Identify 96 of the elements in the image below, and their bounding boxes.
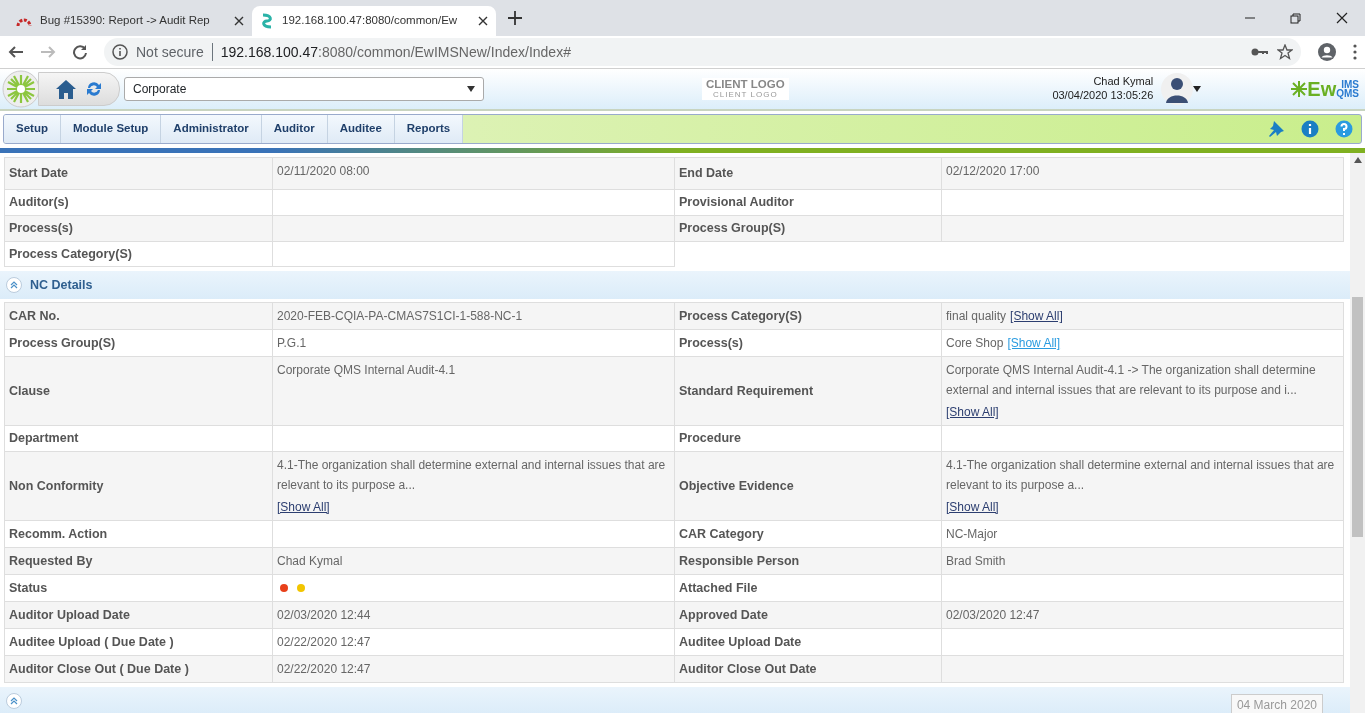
field-label: Responsible Person bbox=[674, 547, 942, 575]
restore-icon[interactable] bbox=[1289, 12, 1303, 24]
cell-text: final quality bbox=[946, 309, 1007, 324]
address-bar[interactable]: Not secure 192.168.100.47:8080/common/EwIMSNew/Index/Index# bbox=[104, 38, 1301, 66]
info-icon[interactable] bbox=[1301, 120, 1319, 138]
show-all-link[interactable]: [Show All] bbox=[946, 497, 999, 517]
cell-text: Core Shop bbox=[946, 336, 1004, 351]
scroll-thumb[interactable] bbox=[1352, 297, 1363, 537]
user-name: Chad Kymal bbox=[1093, 75, 1154, 89]
cell-text: 02/11/2020 08:00 bbox=[277, 164, 370, 178]
collapse-chevron-icon[interactable] bbox=[6, 693, 22, 709]
cell-text: P.G.1 bbox=[277, 336, 307, 351]
close-icon[interactable] bbox=[478, 16, 488, 26]
tab-title: Bug #15390: Report -> Audit Rep bbox=[40, 13, 211, 29]
show-all-link[interactable]: [Show All] bbox=[277, 497, 330, 517]
starburst-icon bbox=[1291, 81, 1308, 97]
field-label: Standard Requirement bbox=[674, 356, 942, 426]
close-icon[interactable] bbox=[234, 16, 244, 26]
client-logo: CLIENT LOGO CLIENT LOGO bbox=[702, 78, 789, 100]
cell-text: Corporate QMS Internal Audit-4.1 bbox=[277, 363, 456, 378]
help-icon[interactable] bbox=[1335, 120, 1353, 138]
menu-item[interactable]: Administrator bbox=[161, 115, 262, 143]
more-icon[interactable] bbox=[1353, 44, 1357, 60]
swirl-icon bbox=[260, 13, 274, 29]
field-label: Procedure bbox=[674, 425, 942, 452]
site-select[interactable]: Corporate bbox=[124, 77, 484, 101]
field-label: Recomm. Action bbox=[4, 520, 273, 548]
browser-tab[interactable]: Bug #15390: Report -> Audit Rep bbox=[8, 6, 252, 36]
key-icon[interactable] bbox=[1251, 47, 1269, 57]
field-label: Department bbox=[4, 425, 273, 452]
user-avatar-icon[interactable] bbox=[1161, 73, 1194, 105]
field-label: Process Category(S) bbox=[4, 241, 273, 267]
menu-item[interactable]: Auditee bbox=[327, 115, 395, 143]
pin-icon[interactable] bbox=[1267, 120, 1285, 138]
refresh-icon[interactable] bbox=[85, 80, 103, 98]
field-label: End Date bbox=[674, 157, 942, 190]
cell-text: 4.1-The organization shall determine external and internal issues that are relevant to its purpose a... bbox=[277, 458, 666, 492]
field-label: Requested By bbox=[4, 547, 273, 575]
home-icon[interactable] bbox=[55, 78, 77, 100]
field-label: Process(s) bbox=[4, 215, 273, 241]
field-label: Auditee Upload Date bbox=[674, 628, 942, 656]
show-all-link[interactable]: [Show All] bbox=[946, 402, 999, 423]
show-all-link[interactable]: [Show All] bbox=[1010, 309, 1063, 324]
collapse-chevron-icon[interactable] bbox=[6, 277, 22, 294]
field-label: Auditor Close Out ( Due Date ) bbox=[4, 655, 273, 683]
field-label: Status bbox=[4, 574, 273, 602]
cell-text: Chad Kymal bbox=[277, 554, 343, 568]
field-label: Auditor(s) bbox=[4, 189, 273, 216]
field-label: Auditee Upload ( Due Date ) bbox=[4, 628, 273, 656]
reload-icon[interactable] bbox=[72, 44, 88, 60]
field-label: Objective Evidence bbox=[674, 451, 942, 521]
scrollbar[interactable] bbox=[1350, 153, 1365, 713]
field-label: Provisional Auditor bbox=[674, 189, 942, 216]
star-icon[interactable] bbox=[1277, 44, 1293, 60]
cell-text: 02/03/2020 12:44 bbox=[277, 608, 371, 622]
field-label: CAR No. bbox=[4, 302, 273, 330]
caret-icon[interactable] bbox=[1193, 86, 1202, 92]
field-label: CAR Category bbox=[674, 520, 942, 548]
menu-item[interactable]: Auditor bbox=[261, 115, 328, 143]
menu-item[interactable]: Reports bbox=[394, 115, 464, 143]
date-tooltip: 04 March 2020 bbox=[1230, 694, 1323, 713]
field-label: Process Group(S) bbox=[674, 215, 942, 241]
cell-text: Corporate QMS Internal Audit-4.1 -> The organization shall determine external and internal issues that are relevant to its purpose and i... bbox=[946, 363, 1316, 398]
cell-text: Brad Smith bbox=[946, 554, 1006, 568]
cell-text: 02/22/2020 12:47 bbox=[277, 662, 371, 676]
new-tab-icon[interactable] bbox=[508, 11, 522, 25]
field-label: Start Date bbox=[4, 157, 273, 190]
cell-text: NC-Major bbox=[946, 527, 998, 541]
security-label: Not secure bbox=[136, 42, 204, 62]
cell-text: 02/22/2020 12:47 bbox=[277, 635, 371, 649]
field-label: Auditor Close Out Date bbox=[674, 655, 942, 683]
field-label: Clause bbox=[4, 356, 273, 426]
cell-text: 4.1-The organization shall determine external and internal issues that are relevant to its purpose a... bbox=[946, 458, 1335, 492]
field-label: Non Conformity bbox=[4, 451, 273, 521]
field-label: Process Group(S) bbox=[4, 329, 273, 357]
field-label: Process(s) bbox=[674, 329, 942, 357]
cell-text: 02/12/2020 17:00 bbox=[946, 164, 1040, 178]
field-label: Process Category(S) bbox=[674, 302, 942, 330]
cell-text: 2020-FEB-CQIA-PA-CMAS7S1CI-1-588-NC-1 bbox=[277, 309, 523, 324]
field-label: Attached File bbox=[674, 574, 942, 602]
field-label: Approved Date bbox=[674, 601, 942, 629]
arrow-up-icon bbox=[1353, 157, 1362, 163]
cell-text: 02/03/2020 12:47 bbox=[946, 608, 1040, 622]
close-icon[interactable] bbox=[1335, 12, 1349, 24]
browser-tab[interactable]: 192.168.100.47:8080/common/Ew bbox=[252, 6, 496, 36]
tab-title: 192.168.100.47:8080/common/Ew bbox=[282, 13, 459, 29]
section-title: NC Details bbox=[30, 276, 93, 294]
menu-item[interactable]: Module Setup bbox=[60, 115, 162, 143]
caret-icon bbox=[467, 86, 475, 92]
field-label: Auditor Upload Date bbox=[4, 601, 273, 629]
url-text: 192.168.100.47:8080/common/EwIMSNew/Index/Index# bbox=[220, 42, 572, 62]
date-time: 03/04/2020 13:05:26 bbox=[1052, 89, 1154, 103]
menu-item[interactable]: Setup bbox=[4, 115, 61, 143]
info-icon bbox=[112, 44, 128, 60]
back-icon[interactable] bbox=[8, 44, 24, 60]
account-icon[interactable] bbox=[1317, 42, 1337, 62]
